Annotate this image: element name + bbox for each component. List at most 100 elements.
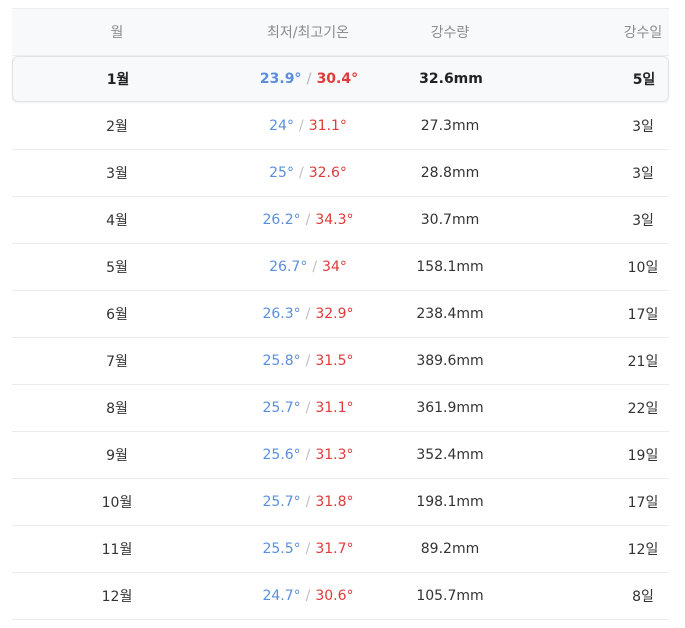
temp-cell: 25.7°/31.8° bbox=[210, 494, 406, 510]
table-body: 1월 23.9°/30.4° 32.6mm 5일 2월 24°/31.1° 27.3mm 3일… bbox=[12, 56, 669, 620]
temp-separator: / bbox=[305, 353, 311, 369]
low-temp: 25.7° bbox=[262, 400, 301, 416]
high-temp: 31.1° bbox=[315, 400, 354, 416]
table-row[interactable]: 4월 26.2°/34.3° 30.7mm 3일 bbox=[12, 197, 669, 244]
low-temp: 25.5° bbox=[262, 541, 301, 557]
rain-cell: 30.7mm bbox=[420, 212, 480, 228]
high-temp: 30.6° bbox=[315, 588, 354, 604]
rain-cell: 198.1mm bbox=[416, 494, 484, 510]
temp-cell: 25.6°/31.3° bbox=[210, 447, 406, 463]
table-row[interactable]: 2월 24°/31.1° 27.3mm 3일 bbox=[12, 103, 669, 150]
rain-days-cell: 8일 bbox=[632, 589, 654, 605]
temp-cell: 26.2°/34.3° bbox=[210, 212, 406, 228]
rain-days-cell: 3일 bbox=[632, 166, 654, 182]
month-cell: 6월 bbox=[106, 307, 128, 323]
rain-cell: 28.8mm bbox=[420, 165, 480, 181]
low-temp: 25.6° bbox=[262, 447, 301, 463]
low-temp: 25.7° bbox=[262, 494, 301, 510]
table-row[interactable]: 5월 26.7°/34° 158.1mm 10일 bbox=[12, 244, 669, 291]
rain-days-cell: 5일 bbox=[632, 72, 656, 88]
table-row[interactable]: 3월 25°/32.6° 28.8mm 3일 bbox=[12, 150, 669, 197]
rain-days-cell: 3일 bbox=[632, 119, 654, 135]
low-temp: 25.8° bbox=[262, 353, 301, 369]
rain-cell: 89.2mm bbox=[420, 541, 480, 557]
high-temp: 32.9° bbox=[315, 306, 354, 322]
temp-separator: / bbox=[305, 306, 311, 322]
rain-cell: 352.4mm bbox=[416, 447, 484, 463]
low-temp: 26.3° bbox=[262, 306, 301, 322]
rain-cell: 158.1mm bbox=[416, 259, 484, 275]
high-temp: 31.5° bbox=[315, 353, 354, 369]
temp-separator: / bbox=[298, 118, 304, 134]
temp-cell: 25.7°/31.1° bbox=[210, 400, 406, 416]
rain-days-cell: 17일 bbox=[627, 307, 659, 323]
high-temp: 32.6° bbox=[308, 165, 347, 181]
high-temp: 34.3° bbox=[315, 212, 354, 228]
header-temp: 최저/최고기온 bbox=[267, 25, 349, 41]
header-rain: 강수량 bbox=[430, 25, 470, 41]
high-temp: 30.4° bbox=[316, 71, 359, 87]
table-row[interactable]: 6월 26.3°/32.9° 238.4mm 17일 bbox=[12, 291, 669, 338]
month-cell: 8월 bbox=[106, 401, 128, 417]
temp-separator: / bbox=[306, 71, 312, 87]
temp-cell: 25°/32.6° bbox=[210, 165, 406, 181]
month-cell: 2월 bbox=[106, 119, 128, 135]
temp-cell: 25.8°/31.5° bbox=[210, 353, 406, 369]
low-temp: 24° bbox=[269, 118, 294, 134]
rain-days-cell: 10일 bbox=[627, 260, 659, 276]
table-row[interactable]: 7월 25.8°/31.5° 389.6mm 21일 bbox=[12, 338, 669, 385]
header-month: 월 bbox=[110, 25, 124, 41]
rain-days-cell: 19일 bbox=[627, 448, 659, 464]
temp-cell: 26.3°/32.9° bbox=[210, 306, 406, 322]
rain-days-cell: 12일 bbox=[627, 542, 659, 558]
table-row[interactable]: 10월 25.7°/31.8° 198.1mm 17일 bbox=[12, 479, 669, 526]
temp-separator: / bbox=[298, 165, 304, 181]
month-cell: 11월 bbox=[101, 542, 133, 558]
temp-separator: / bbox=[305, 541, 311, 557]
temp-separator: / bbox=[312, 259, 318, 275]
month-cell: 5월 bbox=[106, 260, 128, 276]
temp-separator: / bbox=[305, 588, 311, 604]
table-row[interactable]: 9월 25.6°/31.3° 352.4mm 19일 bbox=[12, 432, 669, 479]
high-temp: 31.3° bbox=[315, 447, 354, 463]
month-cell: 12월 bbox=[101, 589, 133, 605]
month-cell: 7월 bbox=[106, 354, 128, 370]
temp-cell: 26.7°/34° bbox=[210, 259, 406, 275]
rain-days-cell: 22일 bbox=[627, 401, 659, 417]
month-cell: 1월 bbox=[106, 72, 130, 88]
table-row[interactable]: 8월 25.7°/31.1° 361.9mm 22일 bbox=[12, 385, 669, 432]
temp-cell: 23.9°/30.4° bbox=[211, 71, 407, 87]
rain-cell: 361.9mm bbox=[416, 400, 484, 416]
climate-table: 월 최저/최고기온 강수량 강수일 1월 23.9°/30.4° 32.6mm 5일 2… bbox=[12, 8, 669, 620]
low-temp: 23.9° bbox=[259, 71, 302, 87]
month-cell: 10월 bbox=[101, 495, 133, 511]
high-temp: 31.1° bbox=[308, 118, 347, 134]
high-temp: 34° bbox=[322, 259, 347, 275]
low-temp: 24.7° bbox=[262, 588, 301, 604]
rain-cell: 238.4mm bbox=[416, 306, 484, 322]
temp-separator: / bbox=[305, 494, 311, 510]
table-row[interactable]: 1월 23.9°/30.4° 32.6mm 5일 bbox=[12, 56, 669, 102]
temp-separator: / bbox=[305, 212, 311, 228]
low-temp: 25° bbox=[269, 165, 294, 181]
low-temp: 26.2° bbox=[262, 212, 301, 228]
rain-days-cell: 17일 bbox=[627, 495, 659, 511]
table-row[interactable]: 12월 24.7°/30.6° 105.7mm 8일 bbox=[12, 573, 669, 620]
header-days: 강수일 bbox=[623, 25, 663, 41]
month-cell: 9월 bbox=[106, 448, 128, 464]
low-temp: 26.7° bbox=[269, 259, 308, 275]
temp-cell: 25.5°/31.7° bbox=[210, 541, 406, 557]
high-temp: 31.7° bbox=[315, 541, 354, 557]
table-header: 월 최저/최고기온 강수량 강수일 bbox=[12, 8, 669, 56]
temp-separator: / bbox=[305, 447, 311, 463]
rain-cell: 389.6mm bbox=[416, 353, 484, 369]
temp-cell: 24°/31.1° bbox=[210, 118, 406, 134]
rain-cell: 105.7mm bbox=[416, 588, 484, 604]
rain-cell: 32.6mm bbox=[419, 71, 483, 87]
table-row[interactable]: 11월 25.5°/31.7° 89.2mm 12일 bbox=[12, 526, 669, 573]
rain-days-cell: 3일 bbox=[632, 213, 654, 229]
month-cell: 3월 bbox=[106, 166, 128, 182]
month-cell: 4월 bbox=[106, 213, 128, 229]
rain-cell: 27.3mm bbox=[420, 118, 480, 134]
temp-separator: / bbox=[305, 400, 311, 416]
